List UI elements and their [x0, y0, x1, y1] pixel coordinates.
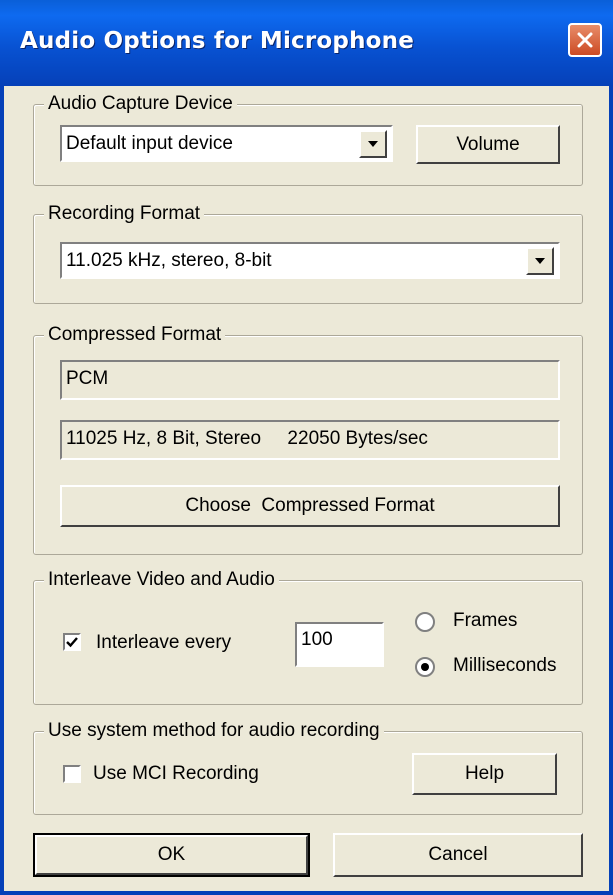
interleave-checkbox[interactable] — [63, 633, 81, 651]
system-method-legend: Use system method for audio recording — [44, 720, 384, 742]
choose-compressed-format-button[interactable]: Choose Compressed Format — [60, 485, 560, 527]
frames-radio-label: Frames — [453, 610, 518, 631]
title-bar[interactable]: Audio Options for Microphone — [0, 0, 613, 86]
recording-format-select[interactable]: 11.025 kHz, stereo, 8-bit — [60, 242, 560, 279]
chevron-down-icon — [368, 141, 378, 147]
capture-device-legend: Audio Capture Device — [44, 93, 237, 115]
codec-field: PCM — [60, 360, 560, 400]
interleave-value: 100 — [301, 629, 333, 650]
mci-recording-label: Use MCI Recording — [93, 763, 259, 784]
cancel-button[interactable]: Cancel — [333, 833, 583, 877]
checkmark-icon — [66, 637, 78, 648]
capture-device-value: Default input device — [66, 133, 233, 154]
cancel-button-label: Cancel — [428, 844, 488, 865]
close-button[interactable] — [568, 23, 602, 57]
ok-button[interactable]: OK — [33, 833, 310, 877]
format-details-field: 11025 Hz, 8 Bit, Stereo 22050 Bytes/sec — [60, 420, 560, 460]
close-icon — [577, 32, 593, 48]
milliseconds-radio[interactable] — [415, 657, 435, 677]
interleave-legend: Interleave Video and Audio — [44, 569, 279, 591]
help-button[interactable]: Help — [412, 753, 557, 795]
frames-radio[interactable] — [415, 612, 435, 632]
mci-recording-checkbox[interactable] — [63, 765, 81, 783]
ok-button-label: OK — [157, 844, 186, 865]
volume-button[interactable]: Volume — [416, 125, 560, 164]
radio-selected-dot — [421, 663, 429, 671]
dialog-window: Audio Options for Microphone Audio Captu… — [0, 0, 613, 895]
interleave-value-input[interactable]: 100 — [295, 622, 384, 667]
help-button-label: Help — [464, 763, 505, 784]
choose-compressed-format-label: Choose Compressed Format — [185, 495, 435, 516]
recording-format-legend: Recording Format — [44, 203, 205, 225]
window-title: Audio Options for Microphone — [20, 28, 415, 54]
volume-button-label: Volume — [456, 133, 520, 155]
format-details-value: 11025 Hz, 8 Bit, Stereo 22050 Bytes/sec — [66, 428, 428, 449]
codec-value: PCM — [66, 368, 109, 389]
recording-format-value: 11.025 kHz, stereo, 8-bit — [66, 250, 272, 271]
milliseconds-radio-label: Milliseconds — [453, 655, 557, 676]
interleave-checkbox-label: Interleave every — [96, 632, 232, 653]
recording-format-dropdown-button[interactable] — [526, 247, 554, 275]
compressed-format-legend: Compressed Format — [44, 324, 226, 346]
capture-device-dropdown-button[interactable] — [359, 130, 387, 158]
capture-device-select[interactable]: Default input device — [60, 125, 393, 162]
chevron-down-icon — [535, 258, 545, 264]
